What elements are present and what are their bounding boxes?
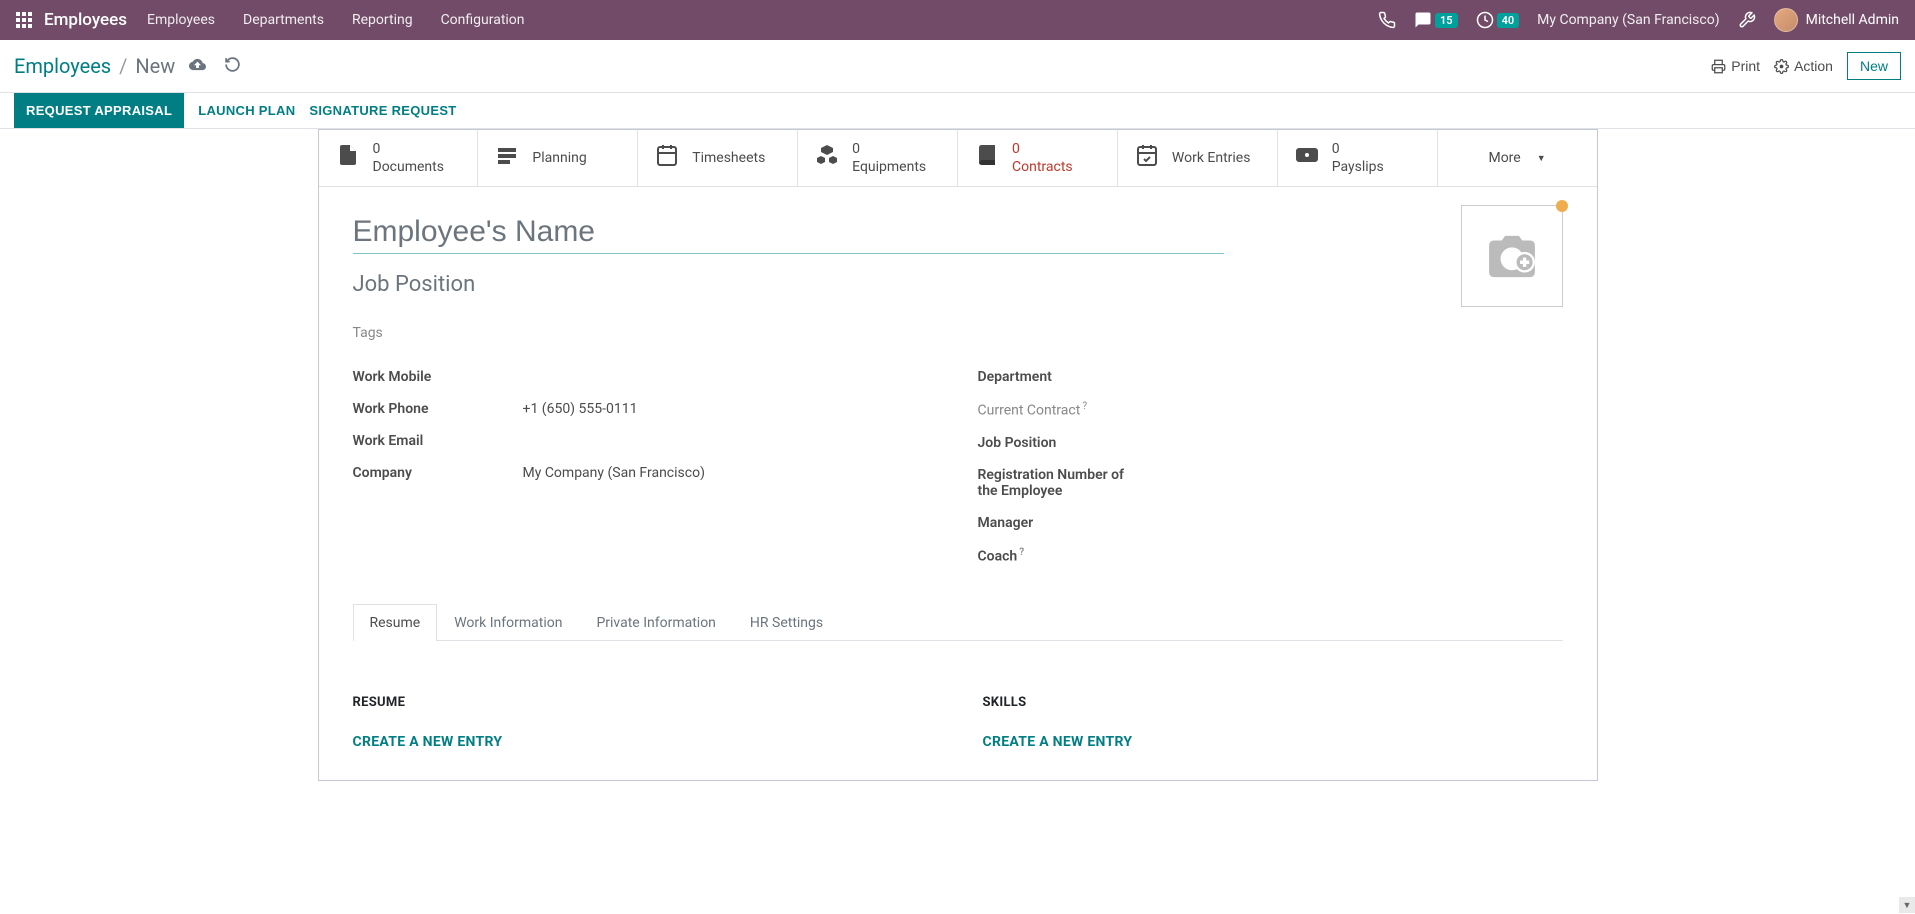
signature-request-button[interactable]: SIGNATURE REQUEST bbox=[309, 93, 456, 128]
skills-section-title: SKILLS bbox=[983, 695, 1563, 710]
stat-payslips[interactable]: 0 Payslips bbox=[1278, 130, 1438, 186]
tab-work-information[interactable]: Work Information bbox=[437, 604, 579, 641]
breadcrumb: Employees / New bbox=[14, 54, 175, 78]
field-job-position: Job Position bbox=[978, 427, 1563, 459]
tab-resume[interactable]: Resume bbox=[353, 604, 438, 641]
form-body: Job Position Tags Work Mobile Work Phone… bbox=[319, 187, 1597, 664]
field-manager: Manager bbox=[978, 507, 1563, 539]
discard-icon[interactable] bbox=[224, 56, 241, 77]
field-work-mobile: Work Mobile bbox=[353, 361, 938, 393]
navbar-right: 15 40 My Company (San Francisco) Mitchel… bbox=[1378, 8, 1899, 32]
stat-equipments[interactable]: 0 Equipments bbox=[798, 130, 958, 186]
tab-hr-settings[interactable]: HR Settings bbox=[733, 604, 840, 641]
book-icon bbox=[974, 143, 1000, 173]
company-selector[interactable]: My Company (San Francisco) bbox=[1537, 12, 1719, 28]
request-appraisal-button[interactable]: REQUEST APPRAISAL bbox=[14, 93, 184, 128]
notebook-tabs: Resume Work Information Private Informat… bbox=[353, 603, 1563, 641]
stat-work-entries[interactable]: Work Entries bbox=[1118, 130, 1278, 186]
status-bar: REQUEST APPRAISAL LAUNCH PLAN SIGNATURE … bbox=[0, 93, 1915, 129]
menu-departments[interactable]: Departments bbox=[243, 12, 324, 28]
document-icon bbox=[335, 143, 361, 173]
main-navbar: Employees Employees Departments Reportin… bbox=[0, 0, 1915, 40]
field-current-contract: Current Contract? bbox=[978, 393, 1563, 427]
calendar-icon bbox=[654, 143, 680, 173]
calendar-check-icon bbox=[1134, 143, 1160, 173]
breadcrumb-icons bbox=[189, 56, 241, 77]
control-panel: Employees / New Print Action New bbox=[0, 40, 1915, 93]
job-position-input[interactable]: Job Position bbox=[353, 272, 1563, 297]
menu-reporting[interactable]: Reporting bbox=[352, 12, 413, 28]
menu-configuration[interactable]: Configuration bbox=[441, 12, 525, 28]
help-icon[interactable]: ? bbox=[1019, 547, 1024, 558]
print-button[interactable]: Print bbox=[1711, 58, 1760, 74]
messages-badge: 15 bbox=[1435, 13, 1458, 28]
breadcrumb-separator: / bbox=[119, 54, 127, 78]
money-icon bbox=[1294, 143, 1320, 173]
stat-planning[interactable]: Planning bbox=[478, 130, 638, 186]
stat-timesheets[interactable]: Timesheets bbox=[638, 130, 798, 186]
apps-icon[interactable] bbox=[16, 12, 32, 28]
action-button[interactable]: Action bbox=[1774, 58, 1833, 74]
tab-private-information[interactable]: Private Information bbox=[579, 604, 732, 641]
form-fields-grid: Work Mobile Work Phone +1 (650) 555-0111… bbox=[353, 361, 1563, 572]
menu-employees[interactable]: Employees bbox=[147, 12, 215, 28]
create-skills-entry[interactable]: CREATE A NEW ENTRY bbox=[983, 734, 1563, 750]
create-resume-entry[interactable]: CREATE A NEW ENTRY bbox=[353, 734, 933, 750]
activities-badge: 40 bbox=[1497, 13, 1520, 28]
activities-icon[interactable]: 40 bbox=[1476, 11, 1520, 29]
field-department: Department bbox=[978, 361, 1563, 393]
cloud-save-icon[interactable] bbox=[189, 56, 206, 77]
navbar-brand[interactable]: Employees bbox=[16, 10, 127, 30]
debug-icon[interactable] bbox=[1738, 11, 1756, 29]
work-phone-input[interactable]: +1 (650) 555-0111 bbox=[523, 401, 938, 417]
scroll-down-icon[interactable]: ▼ bbox=[1899, 897, 1915, 913]
stat-more[interactable]: More ▼ bbox=[1438, 130, 1597, 186]
user-name: Mitchell Admin bbox=[1806, 12, 1899, 28]
resume-section-title: RESUME bbox=[353, 695, 933, 710]
field-coach: Coach? bbox=[978, 539, 1563, 573]
avatar bbox=[1774, 8, 1798, 32]
employee-name-input[interactable] bbox=[353, 211, 1224, 254]
help-icon[interactable]: ? bbox=[1082, 401, 1087, 412]
form-sheet: 0 Documents Planning Timesheets bbox=[318, 129, 1598, 781]
field-work-email: Work Email bbox=[353, 425, 938, 457]
tags-input[interactable]: Tags bbox=[353, 325, 1563, 341]
launch-plan-button[interactable]: LAUNCH PLAN bbox=[198, 93, 295, 128]
phone-icon[interactable] bbox=[1378, 11, 1396, 29]
stat-documents[interactable]: 0 Documents bbox=[319, 130, 479, 186]
planning-icon bbox=[494, 143, 520, 173]
app-name: Employees bbox=[44, 10, 127, 30]
cubes-icon bbox=[814, 143, 840, 173]
control-panel-right: Print Action New bbox=[1711, 52, 1901, 80]
caret-down-icon: ▼ bbox=[1537, 153, 1546, 164]
stat-buttons: 0 Documents Planning Timesheets bbox=[319, 130, 1597, 187]
company-input[interactable]: My Company (San Francisco) bbox=[523, 465, 938, 481]
user-menu[interactable]: Mitchell Admin bbox=[1774, 8, 1899, 32]
messages-icon[interactable]: 15 bbox=[1414, 11, 1458, 29]
employee-image[interactable] bbox=[1461, 205, 1563, 307]
field-company: Company My Company (San Francisco) bbox=[353, 457, 938, 489]
breadcrumb-root[interactable]: Employees bbox=[14, 54, 111, 78]
new-button[interactable]: New bbox=[1847, 52, 1901, 80]
presence-indicator bbox=[1556, 200, 1568, 212]
breadcrumb-current: New bbox=[135, 54, 175, 78]
field-registration: Registration Number of the Employee bbox=[978, 459, 1563, 507]
tab-content: RESUME CREATE A NEW ENTRY SKILLS CREATE … bbox=[319, 665, 1597, 780]
navbar-menu: Employees Departments Reporting Configur… bbox=[147, 12, 1378, 28]
stat-contracts[interactable]: 0 Contracts bbox=[958, 130, 1118, 186]
field-work-phone: Work Phone +1 (650) 555-0111 bbox=[353, 393, 938, 425]
